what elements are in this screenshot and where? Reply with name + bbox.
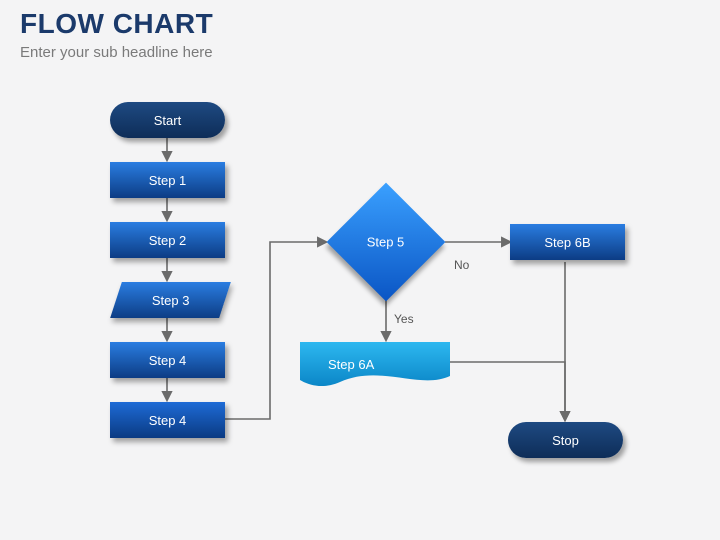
node-step5-label: Step 5 <box>367 235 405 250</box>
node-step6a-label: Step 6A <box>328 357 374 372</box>
node-step3-label: Step 3 <box>152 293 190 308</box>
node-step1-label: Step 1 <box>149 173 187 188</box>
node-start: Start <box>110 102 225 138</box>
node-step2-label: Step 2 <box>149 233 187 248</box>
edge-label-no: No <box>454 258 469 272</box>
node-step4-bottom: Step 4 <box>110 402 225 438</box>
node-stop-label: Stop <box>552 433 579 448</box>
node-step4-label: Step 4 <box>149 353 187 368</box>
node-step1: Step 1 <box>110 162 225 198</box>
edge-label-yes: Yes <box>394 312 414 326</box>
node-step4: Step 4 <box>110 342 225 378</box>
node-step6a: Step 6A <box>300 342 478 386</box>
node-step3: Step 3 <box>110 282 231 318</box>
node-stop: Stop <box>508 422 623 458</box>
node-step6b-label: Step 6B <box>544 235 590 250</box>
node-step5: Step 5 <box>327 183 446 302</box>
flowchart-canvas: Start Step 1 Step 2 Step 3 Step 4 Step 4… <box>0 0 720 540</box>
node-start-label: Start <box>154 113 181 128</box>
node-step2: Step 2 <box>110 222 225 258</box>
node-step4-bottom-label: Step 4 <box>149 413 187 428</box>
node-step6b: Step 6B <box>510 224 625 260</box>
